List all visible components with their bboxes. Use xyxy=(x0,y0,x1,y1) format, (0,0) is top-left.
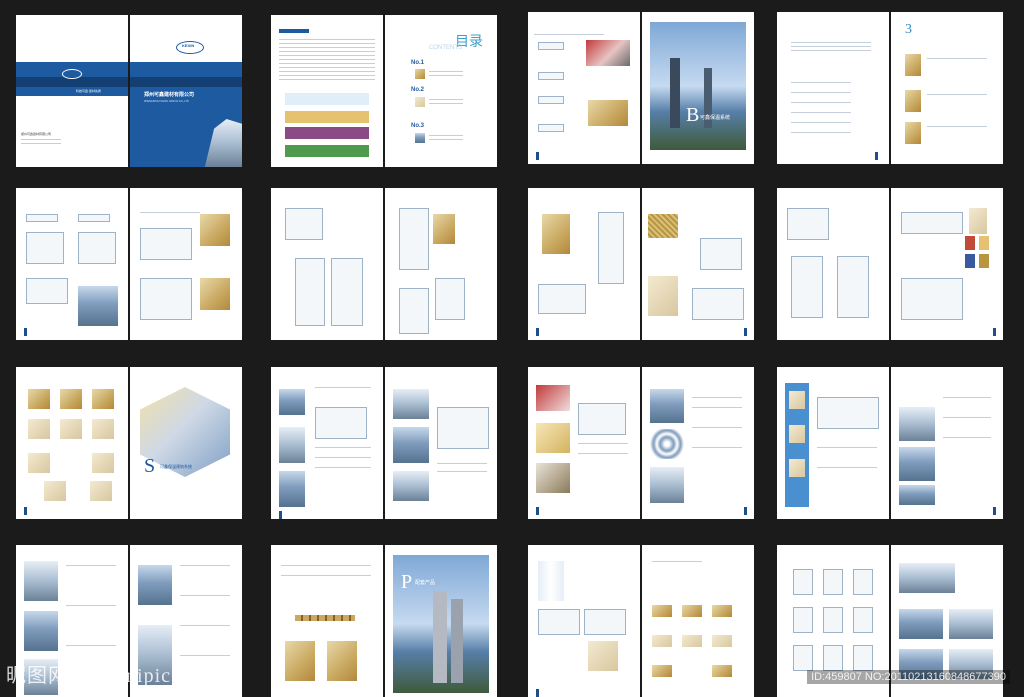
catalog-page xyxy=(385,188,497,340)
front-cover-page: KEXIN 郑州可鑫建材有限公司 ZHENGZHOU KEXIN JIANCAI… xyxy=(130,15,242,167)
image-id-watermark: ID:459807 NO:20110213160848677390 xyxy=(807,670,1010,684)
logo-icon xyxy=(62,69,82,79)
catalog-page xyxy=(16,367,128,519)
section-3-page: 3 xyxy=(891,12,1003,164)
catalog-page xyxy=(891,188,1003,340)
section-title: 可鑫保温建筑系统 xyxy=(160,464,192,469)
section-b-page: B 可鑫保温系统 xyxy=(642,12,754,164)
catalog-page xyxy=(777,367,889,519)
catalog-page xyxy=(642,545,754,697)
back-cover-page: 科技可鑫·建材先锋 郑州可鑫建材有限公司 xyxy=(16,15,128,167)
contents-item[interactable]: No.2 xyxy=(411,87,424,93)
catalog-page xyxy=(271,367,383,519)
city-photo xyxy=(650,22,746,150)
company-name-en: ZHENGZHOU KEXIN JIANCAI CO.,LTD xyxy=(144,100,189,103)
back-slogan: 科技可鑫·建材先锋 xyxy=(76,89,101,93)
catalog-page xyxy=(891,367,1003,519)
catalog-page xyxy=(642,367,754,519)
section-letter: B xyxy=(686,104,700,126)
section-letter: S xyxy=(144,455,156,477)
section-p-page: P 配套产品 xyxy=(385,545,497,697)
logo-text: KEXIN xyxy=(182,43,195,48)
contents-title-en: CONTENTS xyxy=(429,45,462,51)
catalog-page xyxy=(528,188,640,340)
section-number: 3 xyxy=(905,22,912,37)
back-company-name: 郑州可鑫建材有限公司 xyxy=(21,132,52,136)
catalog-page xyxy=(528,545,640,697)
section-s-page: S 可鑫保温建筑系统 xyxy=(130,367,242,519)
contents-item[interactable]: No.3 xyxy=(411,123,424,129)
catalog-page xyxy=(777,12,889,164)
catalog-page xyxy=(271,545,383,697)
site-watermark: 昵图网 www.nipic.com xyxy=(6,665,215,687)
catalog-page xyxy=(528,367,640,519)
building-photo xyxy=(204,119,242,167)
catalog-page xyxy=(528,12,640,164)
intro-page xyxy=(271,15,383,167)
catalog-page xyxy=(642,188,754,340)
catalog-page xyxy=(777,188,889,340)
catalog-page xyxy=(16,188,128,340)
section-letter: P xyxy=(401,571,413,593)
company-name-cn: 郑州可鑫建材有限公司 xyxy=(144,92,195,98)
contents-item[interactable]: No.1 xyxy=(411,60,424,66)
catalog-page xyxy=(130,188,242,340)
section-title: 配套产品 xyxy=(415,580,436,586)
section-title: 可鑫保温系统 xyxy=(700,115,731,121)
contents-page: 目录 CONTENTS No.1 No.2 No.3 xyxy=(385,15,497,167)
catalog-page xyxy=(385,367,497,519)
catalog-page xyxy=(271,188,383,340)
